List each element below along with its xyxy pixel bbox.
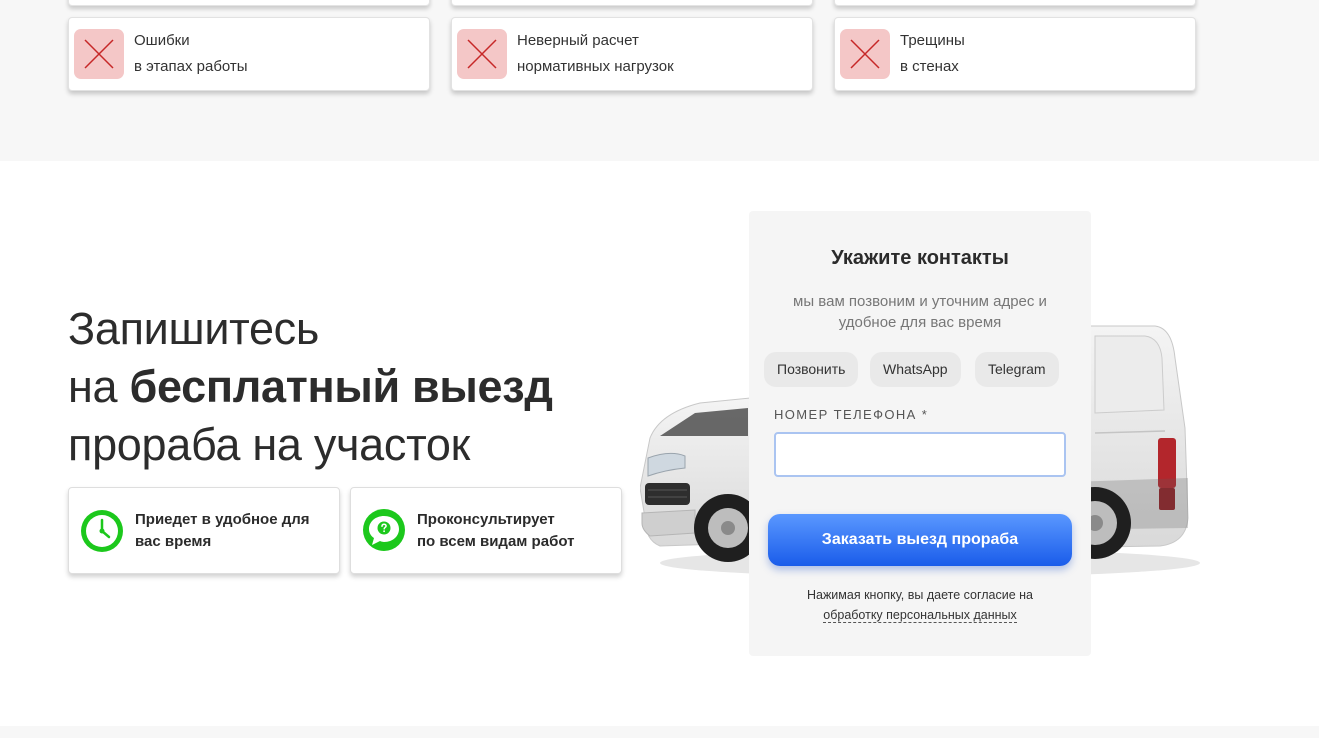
card-stub bbox=[451, 0, 813, 6]
problem-title: Неверный расчет bbox=[517, 32, 639, 49]
consent-note: Нажимая кнопку, вы даете согласие на обр… bbox=[749, 585, 1091, 625]
card-stub bbox=[834, 0, 1196, 6]
contact-form: Укажите контакты мы вам позвоним и уточн… bbox=[749, 211, 1091, 656]
form-subtitle: мы вам позвоним и уточним адрес и удобно… bbox=[769, 291, 1071, 333]
problem-subtitle: в стенах bbox=[900, 58, 959, 75]
headline-line-3: прораба на участок bbox=[68, 419, 471, 470]
phone-label: НОМЕР ТЕЛЕФОНА * bbox=[774, 407, 929, 422]
method-whatsapp-button[interactable]: WhatsApp bbox=[870, 352, 961, 387]
x-icon bbox=[74, 29, 124, 79]
problem-card-stage-errors: Ошибки в этапах работы bbox=[68, 17, 430, 91]
feature-line-2: вас время bbox=[135, 532, 212, 550]
x-icon bbox=[457, 29, 507, 79]
form-subtitle-line-1: мы вам позвоним и уточним адрес и bbox=[793, 293, 1047, 310]
order-visit-button[interactable]: Заказать выезд прораба bbox=[768, 514, 1072, 566]
phone-input[interactable] bbox=[774, 432, 1066, 477]
privacy-policy-link[interactable]: обработку персональных данных bbox=[823, 608, 1017, 623]
feature-card-consultation: Проконсультирует по всем видам работ bbox=[350, 487, 622, 574]
headline-line-2-bold: бесплатный выезд bbox=[129, 361, 553, 412]
problem-card-wall-cracks: Трещины в стенах bbox=[834, 17, 1196, 91]
form-subtitle-line-2: удобное для вас время bbox=[838, 314, 1002, 331]
problems-section: Ошибки в этапах работы Неверный расчет н… bbox=[0, 0, 1319, 161]
page-headline: Запишитесь на бесплатный выезд прораба н… bbox=[68, 300, 553, 474]
consent-text: Нажимая кнопку, вы даете согласие на bbox=[806, 588, 1034, 602]
feature-line-2: по всем видам работ bbox=[417, 532, 575, 550]
feature-card-convenient-time: Приедет в удобное для вас время bbox=[68, 487, 340, 574]
card-stub bbox=[68, 0, 430, 6]
next-section-edge bbox=[0, 726, 1319, 738]
method-telegram-button[interactable]: Telegram bbox=[975, 352, 1059, 387]
feature-line-1: Приедет в удобное для bbox=[135, 510, 310, 528]
x-icon bbox=[840, 29, 890, 79]
problem-subtitle: нормативных нагрузок bbox=[517, 58, 674, 75]
headline-line-1: Запишитесь bbox=[68, 303, 320, 354]
form-title: Укажите контакты bbox=[831, 247, 1009, 269]
feature-line-1: Проконсультирует bbox=[417, 510, 555, 528]
headline-line-2-prefix: на bbox=[68, 361, 130, 412]
problem-title: Ошибки bbox=[134, 32, 190, 49]
method-call-button[interactable]: Позвонить bbox=[764, 352, 859, 387]
clock-icon bbox=[81, 509, 123, 552]
problem-subtitle: в этапах работы bbox=[134, 58, 248, 75]
question-bubble-icon bbox=[363, 508, 405, 551]
problem-card-load-calc: Неверный расчет нормативных нагрузок bbox=[451, 17, 813, 91]
problem-title: Трещины bbox=[900, 32, 965, 49]
